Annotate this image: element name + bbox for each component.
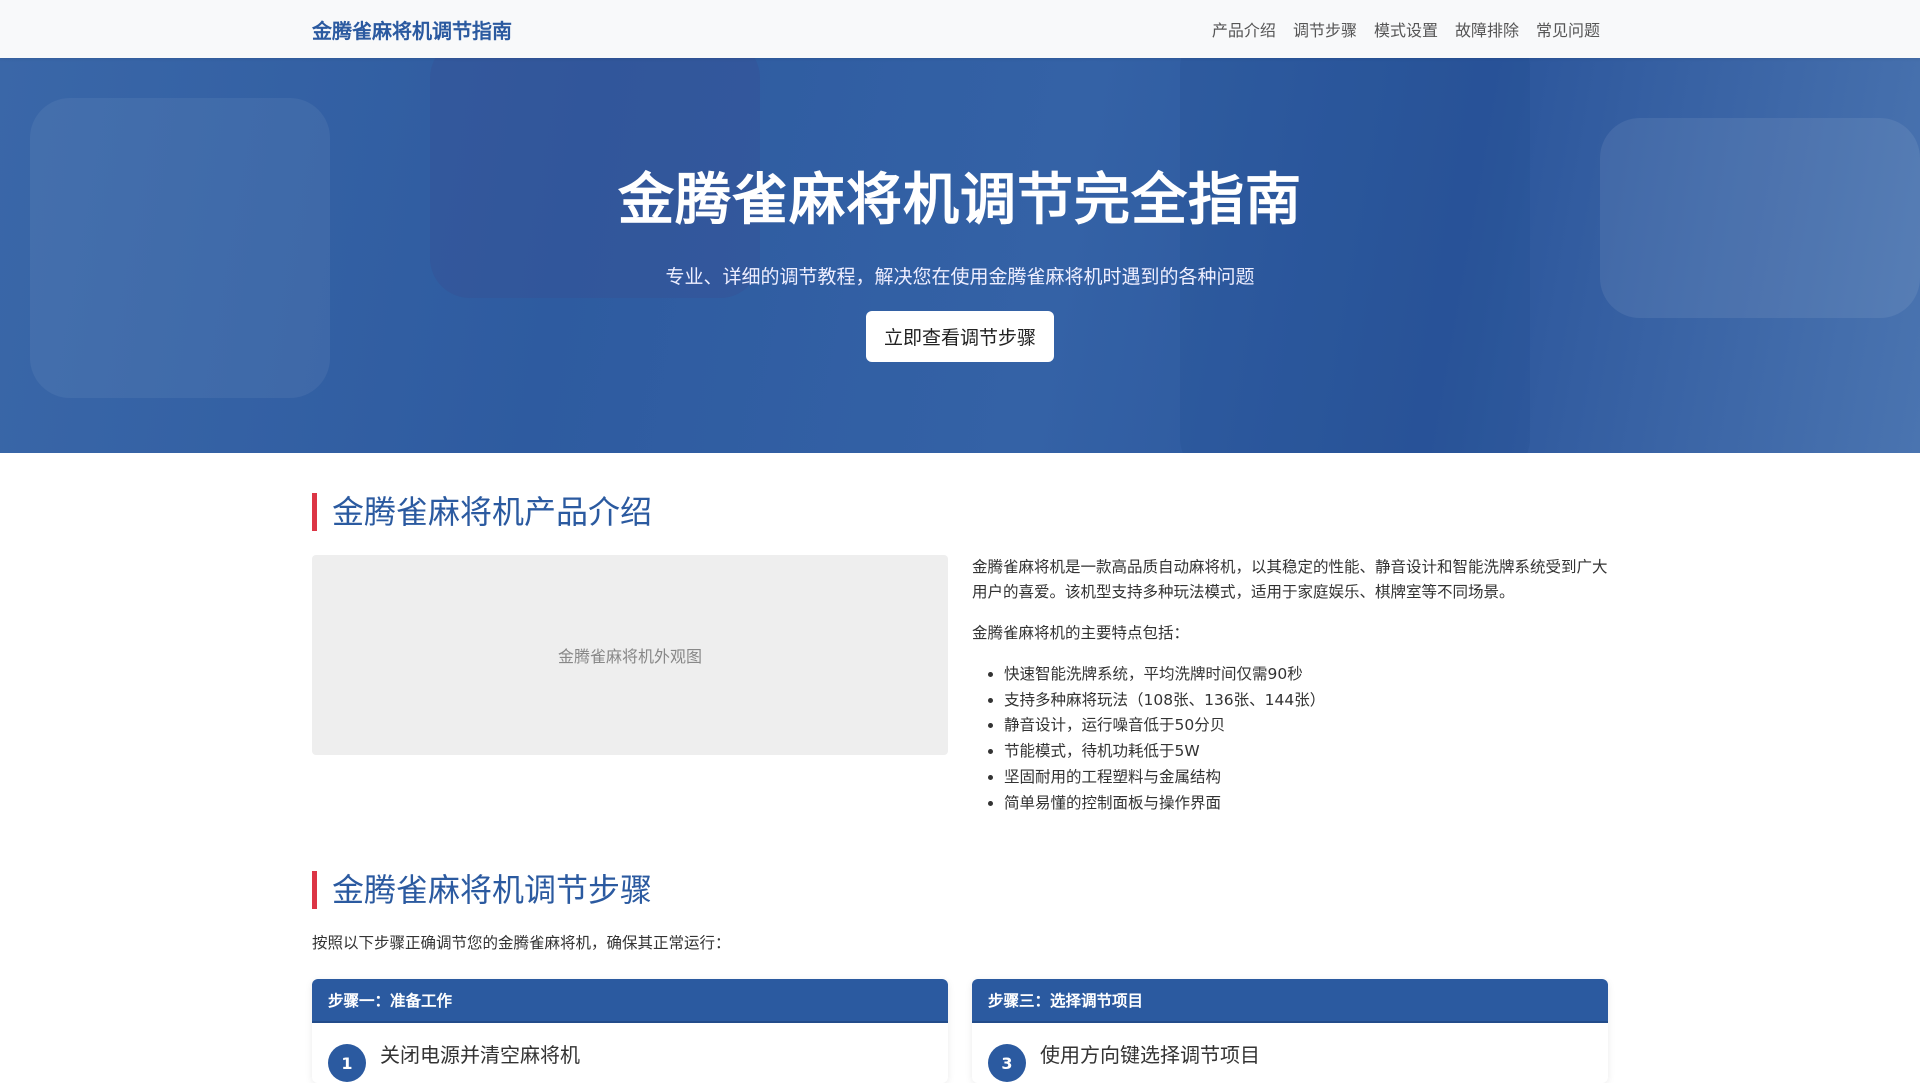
feature-item: 快速智能洗牌系统，平均洗牌时间仅需90秒 [1004, 662, 1608, 688]
nav-link-faq[interactable]: 常见问题 [1536, 17, 1600, 41]
product-image-placeholder: 金腾雀麻将机外观图 [312, 555, 948, 755]
feature-item: 坚固耐用的工程塑料与金属结构 [1004, 765, 1608, 791]
section-title-products: 金腾雀麻将机产品介绍 [312, 493, 1608, 531]
feature-item: 节能模式，待机功耗低于5W [1004, 739, 1608, 765]
hero-subtitle: 专业、详细的调节教程，解决您在使用金腾雀麻将机时遇到的各种问题 [665, 266, 1255, 288]
section-title-steps: 金腾雀麻将机调节步骤 [312, 871, 1608, 910]
brand-logo[interactable]: 金腾雀麻将机调节指南 [312, 15, 512, 44]
navbar: 金腾雀麻将机调节指南 产品介绍 调节步骤 模式设置 故障排除 常见问题 [0, 0, 1920, 58]
feature-item: 支持多种麻将玩法（108张、136张、144张） [1004, 688, 1608, 714]
step-item-text: 关闭电源并清空麻将机 [380, 1042, 580, 1067]
product-description: 金腾雀麻将机是一款高品质自动麻将机，以其稳定的性能、静音设计和智能洗牌系统受到广… [972, 558, 1608, 601]
feature-item: 简单易懂的控制面板与操作界面 [1004, 791, 1608, 817]
hero-title: 金腾雀麻将机调节完全指南 [618, 168, 1302, 233]
step-card-header: 步骤三：选择调节项目 [972, 979, 1608, 1024]
nav-link-modes[interactable]: 模式设置 [1374, 17, 1438, 41]
step-item-text: 使用方向键选择调节项目 [1040, 1042, 1260, 1067]
step-card: 步骤三：选择调节项目 3 使用方向键选择调节项目 [972, 979, 1608, 1083]
hero-banner: 金腾雀麻将机调节完全指南 专业、详细的调节教程，解决您在使用金腾雀麻将机时遇到的… [0, 58, 1920, 453]
view-steps-button[interactable]: 立即查看调节步骤 [865, 311, 1054, 362]
product-image-alt: 金腾雀麻将机外观图 [557, 647, 702, 666]
step-card-header: 步骤一：准备工作 [312, 979, 948, 1024]
nav-links: 产品介绍 调节步骤 模式设置 故障排除 常见问题 [1212, 17, 1600, 41]
nav-link-products[interactable]: 产品介绍 [1212, 17, 1276, 41]
step-number-badge: 3 [988, 1044, 1026, 1083]
step-number-badge: 1 [328, 1044, 366, 1083]
features-list: 快速智能洗牌系统，平均洗牌时间仅需90秒 支持多种麻将玩法（108张、136张、… [972, 662, 1608, 816]
features-label: 金腾雀麻将机的主要特点包括： [972, 624, 1190, 642]
feature-item: 静音设计，运行噪音低于50分贝 [1004, 713, 1608, 739]
nav-link-steps[interactable]: 调节步骤 [1293, 17, 1357, 41]
step-card: 步骤一：准备工作 1 关闭电源并清空麻将机 [312, 979, 948, 1083]
nav-link-troubleshooting[interactable]: 故障排除 [1455, 17, 1519, 41]
steps-intro: 按照以下步骤正确调节您的金腾雀麻将机，确保其正常运行： [312, 934, 731, 953]
